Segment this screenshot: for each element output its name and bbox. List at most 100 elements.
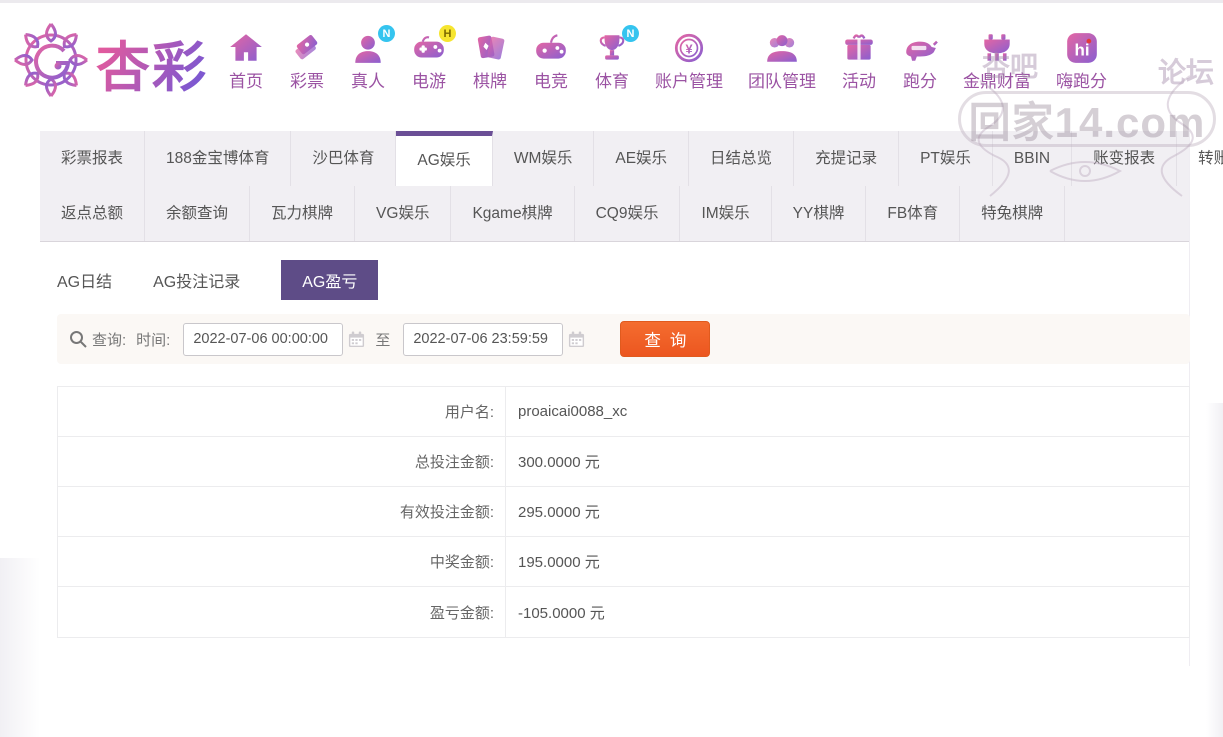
nav-label: 跑分	[903, 67, 937, 92]
nav-label: 彩票	[290, 67, 324, 92]
nav-home[interactable]: 首页	[228, 32, 264, 92]
nav-label: 嗨跑分	[1056, 67, 1107, 92]
tab-chongti-jilu[interactable]: 充提记录	[794, 131, 899, 186]
tab-zhangbian-baobiao[interactable]: 账变报表	[1072, 131, 1177, 186]
row-value: 300.0000 元	[506, 437, 600, 486]
tab-content: AG日结 AG投注记录 AG盈亏 查询: 时间: 至	[57, 260, 1190, 638]
svg-text:hi: hi	[1074, 40, 1089, 59]
tab-ag-yule[interactable]: AG娱乐	[396, 131, 492, 186]
nav-jinding-wealth[interactable]: 金鼎财富	[963, 32, 1031, 92]
tab-shaba-tiyu[interactable]: 沙巴体育	[291, 131, 396, 186]
tabs-row-2: 返点总额 余额查询 瓦力棋牌 VG娱乐 Kgame棋牌 CQ9娱乐 IM娱乐 Y…	[40, 186, 1189, 241]
nav-lottery[interactable]: 彩票	[289, 32, 325, 92]
top-nav-bar: 杏彩 首页 彩票 N 真人 H 电游	[0, 3, 1223, 121]
row-value: proaicai0088_xc	[506, 387, 627, 436]
nav-account-management[interactable]: ¥ 账户管理	[655, 32, 723, 92]
tab-caipiao-baobiao[interactable]: 彩票报表	[40, 131, 145, 186]
nav-label: 活动	[842, 67, 876, 92]
subtab-ag-yingkui[interactable]: AG盈亏	[281, 260, 378, 300]
nav-egames[interactable]: H 电游	[411, 32, 447, 92]
nav-activities[interactable]: 活动	[841, 32, 877, 92]
logo-text: 杏彩	[96, 23, 208, 102]
report-tabs: 彩票报表 188金宝博体育 沙巴体育 AG娱乐 WM娱乐 AE娱乐 日结总览 充…	[40, 131, 1189, 242]
table-row-valid-bet: 有效投注金额: 295.0000 元	[58, 487, 1189, 537]
tab-wm-yule[interactable]: WM娱乐	[493, 131, 595, 186]
subtab-ag-rijie[interactable]: AG日结	[57, 260, 112, 300]
tab-rijie-zonglan[interactable]: 日结总览	[689, 131, 794, 186]
tab-wali-qipai[interactable]: 瓦力棋牌	[250, 186, 355, 241]
tabs-row-1: 彩票报表 188金宝博体育 沙巴体育 AG娱乐 WM娱乐 AE娱乐 日结总览 充…	[40, 131, 1189, 186]
nav-esports[interactable]: 电竞	[533, 32, 569, 92]
nav-label: 首页	[229, 67, 263, 92]
nav-paofen[interactable]: 跑分	[902, 32, 938, 92]
coin-icon: ¥	[671, 32, 707, 64]
nav-hipaofen[interactable]: hi 嗨跑分	[1056, 32, 1107, 92]
table-row-username: 用户名: proaicai0088_xc	[58, 387, 1189, 437]
profit-loss-table: 用户名: proaicai0088_xc 总投注金额: 300.0000 元 有…	[57, 386, 1190, 638]
query-bar: 查询: 时间: 至 查询	[57, 314, 1190, 364]
new-badge: N	[622, 25, 639, 42]
row-value: 195.0000 元	[506, 537, 600, 586]
tab-cq9-yule[interactable]: CQ9娱乐	[575, 186, 681, 241]
tab-im-yule[interactable]: IM娱乐	[680, 186, 771, 241]
time-label: 时间:	[136, 329, 170, 350]
logo-flower-icon	[12, 21, 90, 104]
nav-label: 团队管理	[748, 67, 816, 92]
nav-label: 金鼎财富	[963, 67, 1031, 92]
tab-zhuanzhang-baobiao[interactable]: 转账报表	[1177, 131, 1223, 186]
rhino-icon	[902, 32, 938, 64]
ticket-icon	[289, 32, 325, 64]
tab-fb-tiyu[interactable]: FB体育	[866, 186, 960, 241]
nav-label: 真人	[351, 67, 385, 92]
esports-gamepad-icon	[533, 32, 569, 64]
tab-bbin[interactable]: BBIN	[993, 131, 1072, 186]
calendar-icon[interactable]	[348, 331, 365, 348]
nav-label: 电竞	[534, 67, 568, 92]
date-to-input[interactable]	[403, 323, 563, 356]
gift-icon	[841, 32, 877, 64]
page-left-gutter	[0, 558, 40, 737]
tab-ae-yule[interactable]: AE娱乐	[594, 131, 689, 186]
cards-icon	[472, 32, 508, 64]
tab-tetu-qipai[interactable]: 特兔棋牌	[960, 186, 1065, 241]
subtab-ag-touzhu-jilu[interactable]: AG投注记录	[153, 260, 240, 300]
row-label: 有效投注金额:	[58, 487, 506, 536]
page-right-gutter	[1206, 403, 1223, 737]
between-label: 至	[375, 329, 390, 350]
ag-subtabs: AG日结 AG投注记录 AG盈亏	[57, 260, 1190, 300]
tab-vg-yule[interactable]: VG娱乐	[355, 186, 451, 241]
tab-188-jinbaobo-tiyu[interactable]: 188金宝博体育	[145, 131, 291, 186]
query-button[interactable]: 查询	[620, 321, 710, 357]
nav-label: 体育	[595, 67, 629, 92]
tab-pt-yule[interactable]: PT娱乐	[899, 131, 993, 186]
tab-kgame-qipai[interactable]: Kgame棋牌	[451, 186, 574, 241]
table-row-win-amount: 中奖金额: 195.0000 元	[58, 537, 1189, 587]
hi-app-icon: hi	[1064, 32, 1100, 64]
nav-sports[interactable]: N 体育	[594, 32, 630, 92]
nav-live[interactable]: N 真人	[350, 32, 386, 92]
tab-yy-qipai[interactable]: YY棋牌	[772, 186, 867, 241]
row-label: 中奖金额:	[58, 537, 506, 586]
row-value: 295.0000 元	[506, 487, 600, 536]
nav-label: 电游	[412, 67, 446, 92]
hot-badge: H	[439, 25, 456, 42]
nav-label: 账户管理	[655, 67, 723, 92]
nav-cards[interactable]: 棋牌	[472, 32, 508, 92]
site-logo[interactable]: 杏彩	[12, 21, 208, 104]
tab-yue-chaxun[interactable]: 余额查询	[145, 186, 250, 241]
row-label: 盈亏金额:	[58, 587, 506, 637]
new-badge: N	[378, 25, 395, 42]
team-icon	[764, 32, 800, 64]
main-nav: 首页 彩票 N 真人 H 电游	[228, 32, 1107, 92]
tab-fandian-zonge[interactable]: 返点总额	[40, 186, 145, 241]
home-icon	[228, 32, 264, 64]
main-panel: 彩票报表 188金宝博体育 沙巴体育 AG娱乐 WM娱乐 AE娱乐 日结总览 充…	[40, 131, 1190, 666]
search-icon	[69, 330, 87, 348]
date-from-input[interactable]	[183, 323, 343, 356]
calendar-icon[interactable]	[568, 331, 585, 348]
row-value: -105.0000 元	[506, 587, 605, 637]
ding-cauldron-icon	[979, 32, 1015, 64]
row-label: 总投注金额:	[58, 437, 506, 486]
nav-team-management[interactable]: 团队管理	[748, 32, 816, 92]
table-row-total-bet: 总投注金额: 300.0000 元	[58, 437, 1189, 487]
